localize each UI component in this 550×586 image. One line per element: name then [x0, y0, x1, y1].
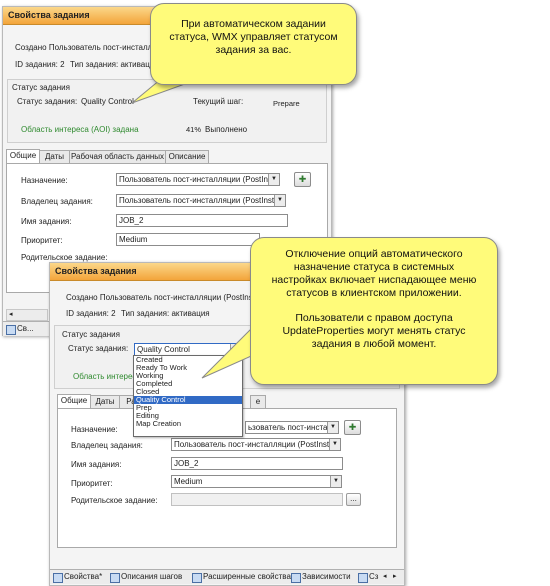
back-owner-label: Владелец задания:: [21, 197, 93, 206]
steps-icon: [110, 573, 120, 583]
back-assign-user-button[interactable]: ✚: [294, 172, 311, 187]
back-horizontal-scrollbar[interactable]: ◂: [6, 309, 48, 321]
chevron-down-icon[interactable]: ▼: [330, 476, 341, 487]
front-job-type: Тип задания: активация: [121, 309, 210, 318]
back-tab-general[interactable]: Общие: [6, 149, 40, 164]
front-priority-combo[interactable]: Medium ▼: [171, 475, 342, 488]
front-tab-general[interactable]: Общие: [57, 394, 91, 409]
back-status-label: Статус задания:: [17, 97, 77, 106]
bottom-tab-more[interactable]: Сз: [357, 571, 378, 583]
back-bottom-tab-bar: Св...: [3, 321, 51, 336]
front-job-id: ID задания: 2: [66, 309, 116, 318]
back-priority-combo[interactable]: Medium: [116, 233, 260, 246]
bottom-callout-text-2: Пользователи с правом доступа UpdateProp…: [251, 300, 497, 351]
front-parent-input[interactable]: [171, 493, 343, 506]
scroll-left-icon[interactable]: ◂: [9, 310, 13, 320]
back-progress-done: Выполнено: [205, 125, 247, 134]
front-assignment-combo[interactable]: ьзователь пост-инсталляции (PostInst ▼: [245, 421, 339, 434]
dependencies-icon: [291, 573, 301, 583]
bottom-tab-properties[interactable]: Свойства*: [52, 571, 102, 583]
status-option[interactable]: Map Creation: [134, 420, 242, 428]
back-aoi-status: Область интереса (AOI) задана: [21, 125, 139, 134]
status-dropdown-list[interactable]: Created Ready To Work Working Completed …: [133, 355, 243, 437]
back-assignment-value: Пользователь пост-инсталляции (PostInst: [119, 175, 274, 184]
front-aoi-status: Область интерес: [73, 372, 136, 381]
front-assignment-label: Назначение:: [71, 425, 118, 434]
chevron-down-icon[interactable]: ▼: [230, 344, 241, 355]
back-name-label: Имя задания:: [21, 217, 71, 226]
top-callout: При автоматическом задании статуса, WMX …: [150, 3, 357, 85]
back-tab-dates[interactable]: Даты: [39, 150, 70, 163]
front-name-label: Имя задания:: [71, 460, 121, 469]
back-assignment-combo[interactable]: Пользователь пост-инсталляции (PostInst …: [116, 173, 280, 186]
chevron-down-icon[interactable]: ▼: [268, 174, 279, 185]
back-status-value: Quality Control: [81, 97, 134, 106]
front-assign-user-button[interactable]: ✚: [344, 420, 361, 435]
front-tab-description[interactable]: е: [250, 395, 266, 408]
front-name-input[interactable]: JOB_2: [171, 457, 343, 470]
back-tab-description[interactable]: Описание: [165, 150, 209, 163]
back-owner-combo[interactable]: Пользователь пост-инсталляции (PostInsta…: [116, 194, 286, 207]
bottom-tab-extended-properties[interactable]: Расширенные свойства: [191, 571, 291, 583]
scroll-right-icon[interactable]: ▸: [393, 572, 397, 580]
front-browse-parent-button[interactable]: ...: [346, 493, 361, 506]
chevron-down-icon[interactable]: ▼: [329, 439, 340, 450]
chevron-down-icon[interactable]: ▼: [327, 422, 338, 433]
back-name-input[interactable]: JOB_2: [116, 214, 288, 227]
bottom-tab-dependencies[interactable]: Зависимости: [290, 571, 351, 583]
scroll-left-icon[interactable]: ◂: [383, 572, 387, 580]
front-status-value: Quality Control: [137, 345, 190, 354]
front-owner-combo[interactable]: Пользователь пост-инсталляции (PostInsta…: [171, 438, 341, 451]
back-status-group-title: Статус задания: [12, 83, 70, 92]
properties-icon: [6, 325, 16, 335]
back-owner-value: Пользователь пост-инсталляции (PostInsta…: [119, 196, 285, 205]
front-priority-value: Medium: [174, 477, 202, 486]
back-parent-label: Родительское задание:: [21, 253, 108, 262]
chevron-down-icon[interactable]: ▼: [274, 195, 285, 206]
back-current-step-label: Текущий шаг:: [193, 97, 243, 106]
bottom-callout-text-1: Отключение опций автоматического назначе…: [251, 238, 497, 300]
front-tab-dates[interactable]: Даты: [90, 395, 120, 408]
front-priority-label: Приоритет:: [71, 479, 113, 488]
back-priority-label: Приоритет:: [21, 236, 63, 245]
front-status-group-title: Статус задания: [62, 330, 120, 339]
back-job-id: ID задания: 2: [15, 60, 65, 69]
front-created-by: Создано Пользователь пост-инсталляции (P…: [66, 293, 255, 302]
properties-icon: [53, 573, 63, 583]
front-bottom-tab-bar: Свойства* Описания шагов Расширенные сво…: [50, 569, 404, 584]
front-owner-label: Владелец задания:: [71, 441, 143, 450]
extended-properties-icon: [192, 573, 202, 583]
back-progress-percent: 41%: [186, 125, 201, 134]
back-tab-strip: Общие Даты Рабочая область данных Описан…: [6, 150, 326, 163]
more-tab-icon: [358, 573, 368, 583]
top-callout-text: При автоматическом задании статуса, WMX …: [151, 4, 356, 57]
front-status-label: Статус задания:: [68, 344, 128, 353]
back-assignment-label: Назначение:: [21, 176, 68, 185]
back-job-type: Тип задания: активация: [70, 60, 159, 69]
front-owner-value: Пользователь пост-инсталляции (PostInsta…: [174, 440, 340, 449]
front-parent-label: Родительское задание:: [71, 496, 158, 505]
bottom-tab-step-descriptions[interactable]: Описания шагов: [109, 571, 182, 583]
front-assignment-value: ьзователь пост-инсталляции (PostInst: [248, 423, 339, 432]
back-priority-value: Medium: [119, 235, 147, 244]
back-bottom-tab-properties[interactable]: Св...: [5, 323, 34, 335]
bottom-callout: Отключение опций автоматического назначе…: [250, 237, 498, 385]
back-tab-data-workspace[interactable]: Рабочая область данных: [69, 150, 166, 163]
back-current-step-value: Prepare: [273, 99, 300, 108]
